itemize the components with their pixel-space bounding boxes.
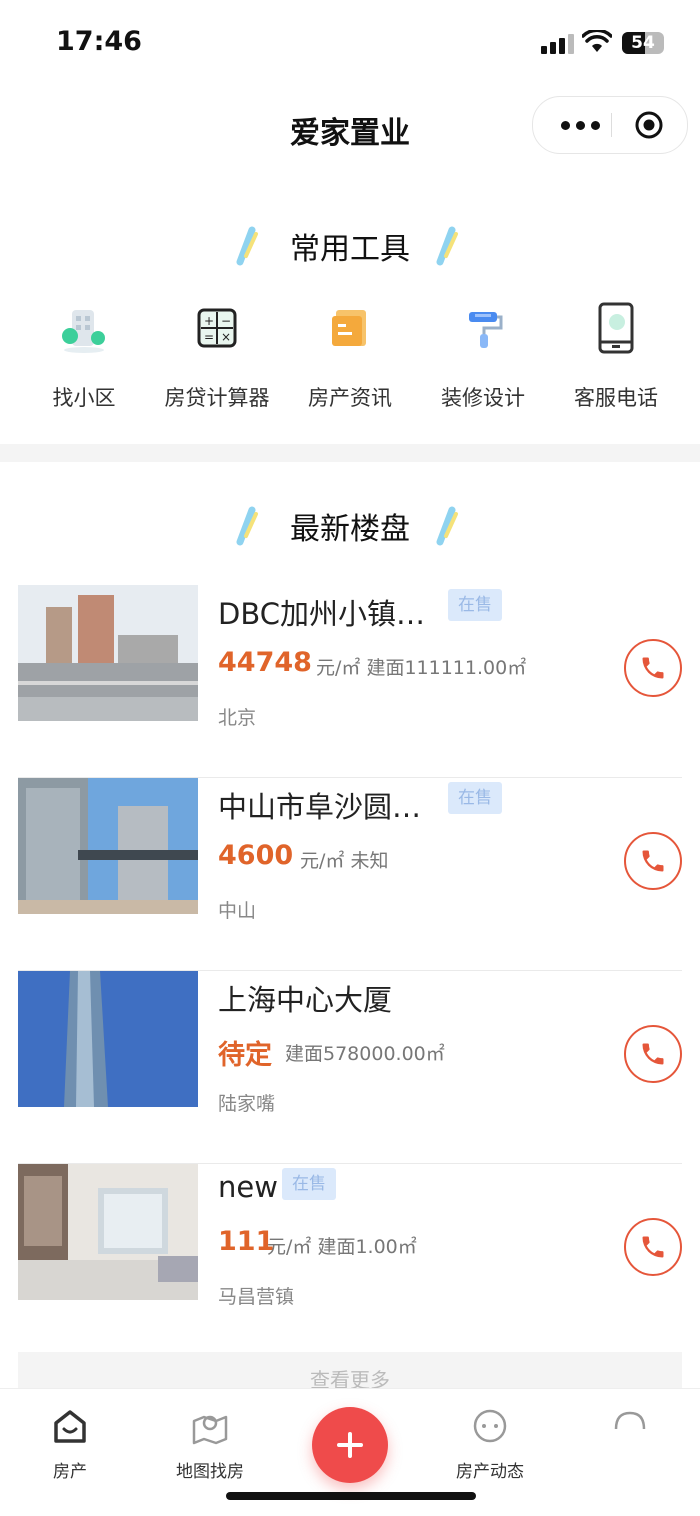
home-indicator bbox=[226, 1492, 476, 1500]
svg-text:×: × bbox=[221, 330, 231, 344]
listing-unit-area: 建面578000.00㎡ bbox=[285, 1043, 445, 1065]
listing-location: 中山 bbox=[218, 900, 257, 922]
tool-decoration-design[interactable]: 装修设计 bbox=[413, 290, 553, 412]
tool-label: 装修设计 bbox=[441, 386, 525, 410]
tools-grid: 找小区 + − = × 房贷计算器 房产资讯 装修设计 客服电话 bbox=[0, 290, 700, 420]
nav-bar: 爱家置业 bbox=[0, 90, 700, 160]
tool-find-community[interactable]: 找小区 bbox=[14, 290, 154, 412]
battery-level: 54 bbox=[631, 33, 655, 53]
listing-thumbnail bbox=[18, 971, 198, 1107]
section-divider bbox=[0, 444, 700, 462]
plus-icon bbox=[337, 1432, 363, 1458]
status-badge: 在售 bbox=[282, 1168, 336, 1200]
call-button[interactable] bbox=[624, 1025, 682, 1083]
battery-icon: 54 bbox=[622, 32, 664, 54]
listings-section-title: 最新楼盘 bbox=[290, 512, 410, 547]
svg-text:=: = bbox=[204, 330, 214, 344]
status-time: 17:46 bbox=[56, 26, 142, 57]
tab-property-news[interactable]: 房产动态 bbox=[420, 1407, 560, 1482]
tab-map-search[interactable]: 地图找房 bbox=[140, 1407, 280, 1482]
phone-icon bbox=[642, 1043, 664, 1065]
listing-item[interactable]: 上海中心大厦 待定 建面578000.00㎡ 陆家嘴 bbox=[18, 971, 682, 1164]
tool-property-news[interactable]: 房产资讯 bbox=[280, 290, 420, 412]
calculator-icon: + − = × bbox=[197, 308, 237, 348]
map-pin-icon bbox=[192, 1415, 228, 1445]
status-badge: 在售 bbox=[448, 782, 502, 814]
tool-customer-service[interactable]: 客服电话 bbox=[546, 290, 686, 412]
listing-location: 北京 bbox=[218, 707, 257, 729]
tab-property[interactable]: 房产 bbox=[0, 1407, 140, 1482]
tab-label: 房产 bbox=[53, 1462, 87, 1482]
listing-name: new bbox=[218, 1170, 278, 1204]
call-button[interactable] bbox=[624, 832, 682, 890]
tool-label: 客服电话 bbox=[574, 386, 658, 410]
house-icon bbox=[54, 1410, 86, 1443]
listing-thumbnail bbox=[18, 778, 198, 914]
listing-thumbnail bbox=[18, 1164, 198, 1300]
listing-thumbnail bbox=[18, 585, 198, 721]
listing-price: 4600 bbox=[218, 840, 294, 871]
svg-text:+: + bbox=[204, 314, 214, 328]
tab-profile[interactable] bbox=[560, 1407, 700, 1457]
miniprogram-capsule bbox=[532, 96, 688, 154]
tool-label: 房贷计算器 bbox=[164, 386, 270, 410]
listing-name: DBC加州小镇… bbox=[218, 597, 425, 631]
svg-text:−: − bbox=[221, 314, 231, 328]
listing-price: 44748 bbox=[218, 647, 312, 678]
chat-icon bbox=[473, 1409, 507, 1443]
phone-icon bbox=[642, 657, 664, 679]
call-button[interactable] bbox=[624, 639, 682, 697]
phone-icon bbox=[642, 850, 664, 872]
listing-unit-area: 元/㎡ 未知 bbox=[300, 850, 389, 872]
call-button[interactable] bbox=[624, 1218, 682, 1276]
tab-label: 地图找房 bbox=[176, 1462, 244, 1482]
status-bar: 17:46 54 bbox=[0, 0, 700, 90]
listing-item[interactable]: DBC加州小镇… 在售 44748 元/㎡ 建面111111.00㎡ 北京 bbox=[18, 585, 682, 778]
tools-section-title: 常用工具 bbox=[290, 232, 410, 267]
news-icon bbox=[332, 310, 366, 346]
add-button[interactable] bbox=[312, 1407, 388, 1483]
user-icon bbox=[614, 1411, 646, 1430]
listing-item[interactable]: 中山市阜沙圆… 在售 4600 元/㎡ 未知 中山 bbox=[18, 778, 682, 971]
phone-icon bbox=[642, 1236, 664, 1258]
listing-price: 待定 bbox=[218, 1040, 272, 1071]
status-badge: 在售 bbox=[448, 589, 502, 621]
capsule-divider bbox=[611, 113, 612, 137]
mobile-phone-icon bbox=[598, 302, 634, 354]
close-target-icon[interactable] bbox=[635, 111, 663, 139]
community-icon bbox=[62, 310, 105, 353]
title-decoration-icon bbox=[436, 506, 458, 546]
listing-location: 陆家嘴 bbox=[218, 1093, 276, 1115]
listing-item[interactable]: new 在售 111 元/㎡ 建面1.00㎡ 马昌营镇 bbox=[18, 1164, 682, 1357]
listing-price: 111 bbox=[218, 1226, 275, 1257]
signal-icon bbox=[541, 34, 574, 54]
more-menu-button[interactable] bbox=[555, 97, 605, 153]
paint-roller-icon bbox=[469, 312, 503, 348]
tool-loan-calculator[interactable]: + − = × 房贷计算器 bbox=[147, 290, 287, 412]
listing-unit-area: 元/㎡ 建面111111.00㎡ bbox=[316, 657, 527, 679]
tab-label: 房产动态 bbox=[456, 1462, 524, 1482]
title-decoration-icon bbox=[436, 226, 458, 266]
listing-name: 上海中心大厦 bbox=[218, 983, 393, 1017]
wifi-icon bbox=[582, 30, 612, 52]
listing-name: 中山市阜沙圆… bbox=[218, 790, 422, 824]
listing-location: 马昌营镇 bbox=[218, 1286, 295, 1308]
tool-label: 房产资讯 bbox=[308, 386, 392, 410]
tool-label: 找小区 bbox=[52, 386, 116, 410]
listing-unit-area: 元/㎡ 建面1.00㎡ bbox=[267, 1236, 417, 1258]
